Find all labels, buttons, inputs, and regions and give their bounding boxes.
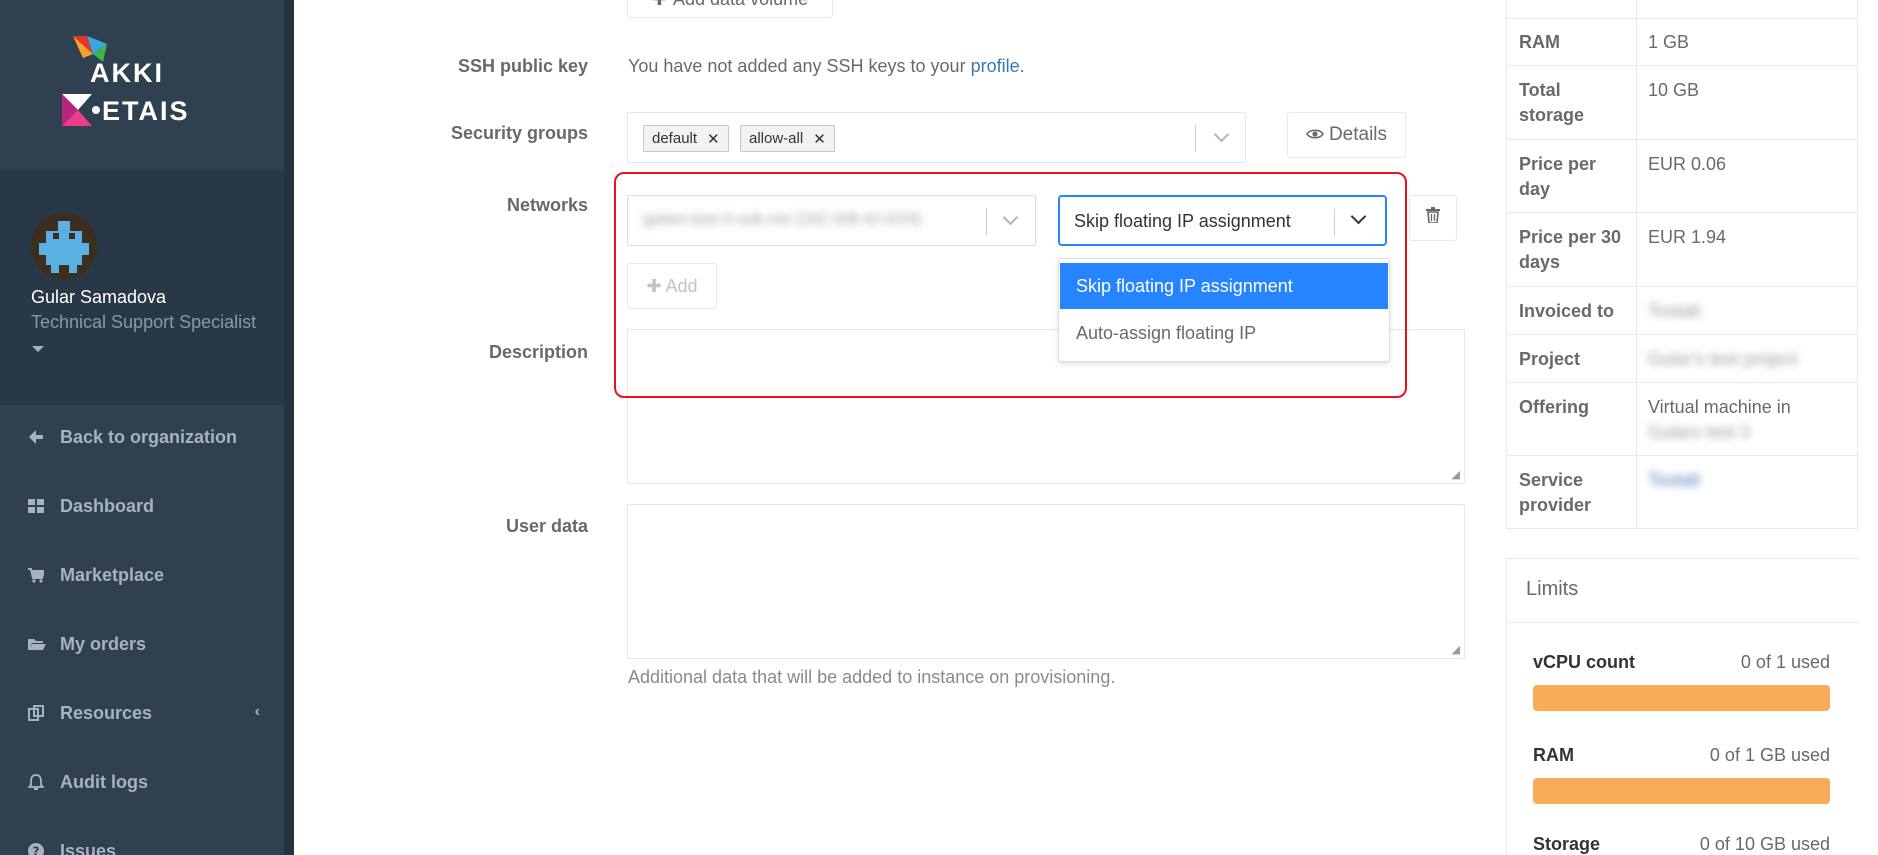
security-groups-label: Security groups <box>450 123 588 143</box>
resize-handle-icon[interactable]: ◢ <box>1452 468 1460 481</box>
nav-label: My orders <box>60 633 147 654</box>
chevron-left-icon: ‹ <box>254 703 260 720</box>
nav-issues[interactable]: ? Issues <box>0 831 284 855</box>
add-data-volume-label: Add data volume <box>673 0 808 10</box>
limits-header-divider <box>1506 622 1858 623</box>
nav-label: Audit logs <box>60 771 148 792</box>
security-group-tag-allow-all: allow-all ✕ <box>740 125 835 152</box>
nav-label: Dashboard <box>60 495 155 516</box>
user-role: Technical Support Specialist <box>31 312 257 332</box>
user-name: Gular Samadova <box>31 287 167 307</box>
ssh-key-label: SSH public key <box>457 56 588 76</box>
profile-dropdown-caret-icon[interactable] <box>32 346 44 352</box>
logo[interactable]: AKKI ETAIS <box>58 36 188 136</box>
sidebar-scrollbar[interactable] <box>284 0 294 855</box>
nav-label: Resources <box>60 702 153 723</box>
summary-value-offering-name: Gulars test 3 <box>1648 422 1751 442</box>
cart-icon <box>28 567 60 583</box>
description-label: Description <box>488 342 588 362</box>
arrow-left-icon <box>28 429 60 445</box>
limit-label: vCPU count <box>1533 652 1636 672</box>
floating-ip-dropdown-menu: Skip floating IP assignment Auto-assign … <box>1058 258 1390 362</box>
summary-key: Total storage <box>1519 80 1585 125</box>
remove-tag-icon[interactable]: ✕ <box>813 130 826 148</box>
plus-icon: ✚ <box>652 0 667 10</box>
avatar[interactable] <box>31 213 97 279</box>
details-button[interactable]: Details <box>1287 112 1406 158</box>
summary-value: EUR 1.94 <box>1648 227 1727 247</box>
user-data-label: User data <box>505 516 588 536</box>
nav-back-to-organization[interactable]: Back to organization <box>0 417 284 457</box>
limit-used: 0 of 1 GB used <box>1709 745 1830 765</box>
networks-label: Networks <box>506 195 588 215</box>
bell-icon <box>28 773 60 791</box>
summary-value: 1 GB <box>1648 32 1690 52</box>
nav-label: Issues <box>60 840 117 855</box>
limit-progress-bar <box>1533 778 1830 804</box>
ssh-key-period: . <box>1019 56 1025 76</box>
summary-key: Service provider <box>1519 470 1592 515</box>
avatar-identicon <box>31 213 97 279</box>
folder-open-icon <box>28 637 60 651</box>
summary-key: Invoiced to <box>1519 301 1615 321</box>
select-separator <box>1195 125 1196 152</box>
add-data-volume-button[interactable]: ✚ Add data volume <box>627 0 833 18</box>
summary-key: RAM <box>1519 32 1560 52</box>
nav-label: Marketplace <box>60 564 165 585</box>
service-provider-link[interactable]: Tootali <box>1648 468 1700 493</box>
limit-used: 0 of 1 used <box>1740 652 1830 672</box>
files-icon <box>28 705 60 721</box>
nav-resources[interactable]: Resources ‹ <box>0 693 284 733</box>
eye-icon <box>1306 124 1324 146</box>
tag-label: default <box>652 130 698 147</box>
summary-key: Project <box>1519 349 1581 369</box>
security-groups-select[interactable]: default ✕ allow-all ✕ <box>627 112 1246 163</box>
summary-value: EUR 0.06 <box>1648 154 1727 174</box>
nav-dashboard[interactable]: Dashboard <box>0 486 284 526</box>
trash-icon <box>1426 207 1440 229</box>
remove-network-button[interactable] <box>1409 195 1457 241</box>
user-data-help-text: Additional data that will be added to in… <box>628 667 1116 687</box>
limit-label: RAM <box>1533 745 1574 765</box>
summary-value: Tootali <box>1648 301 1701 321</box>
limits-title: Limits <box>1526 578 1579 600</box>
nav-label: Back to organization <box>60 426 238 447</box>
summary-value: Gular's test project <box>1648 349 1798 369</box>
logo-text-top: AKKI <box>90 58 164 88</box>
limit-label: Storage <box>1533 834 1601 854</box>
details-label: Details <box>1328 124 1388 145</box>
dashboard-icon <box>28 499 60 513</box>
remove-tag-icon[interactable]: ✕ <box>707 130 720 148</box>
user-data-textarea[interactable]: ◢ <box>627 504 1465 659</box>
logo-mark-bottom-icon <box>62 94 100 126</box>
summary-key: Price per 30 days <box>1519 227 1622 272</box>
summary-value: 10 GB <box>1648 80 1700 100</box>
ssh-key-text: You have not added any SSH keys to your … <box>628 56 1025 77</box>
security-group-tag-default: default ✕ <box>643 125 729 152</box>
profile-link[interactable]: profile <box>971 56 1020 76</box>
summary-row-cut <box>1506 0 1858 19</box>
nav-audit-logs[interactable]: Audit logs <box>0 762 284 802</box>
chevron-down-icon[interactable] <box>1213 126 1230 143</box>
summary-key: Price per day <box>1519 154 1597 199</box>
summary-value: Virtual machine in <box>1648 397 1791 417</box>
resize-handle-icon[interactable]: ◢ <box>1452 643 1460 656</box>
nav-my-orders[interactable]: My orders <box>0 624 284 664</box>
question-icon: ? <box>28 843 60 855</box>
tag-label: allow-all <box>749 130 804 147</box>
limit-used: 0 of 10 GB used <box>1699 834 1830 854</box>
svg-text:?: ? <box>33 845 40 855</box>
nav-marketplace[interactable]: Marketplace <box>0 555 284 595</box>
ssh-key-message: You have not added any SSH keys to your <box>628 56 971 76</box>
limit-progress-bar <box>1533 685 1830 711</box>
summary-key: Offering <box>1519 397 1589 417</box>
floating-ip-option-skip[interactable]: Skip floating IP assignment <box>1060 263 1388 309</box>
floating-ip-option-auto[interactable]: Auto-assign floating IP <box>1060 310 1388 356</box>
logo-text-bottom: ETAIS <box>102 96 190 126</box>
